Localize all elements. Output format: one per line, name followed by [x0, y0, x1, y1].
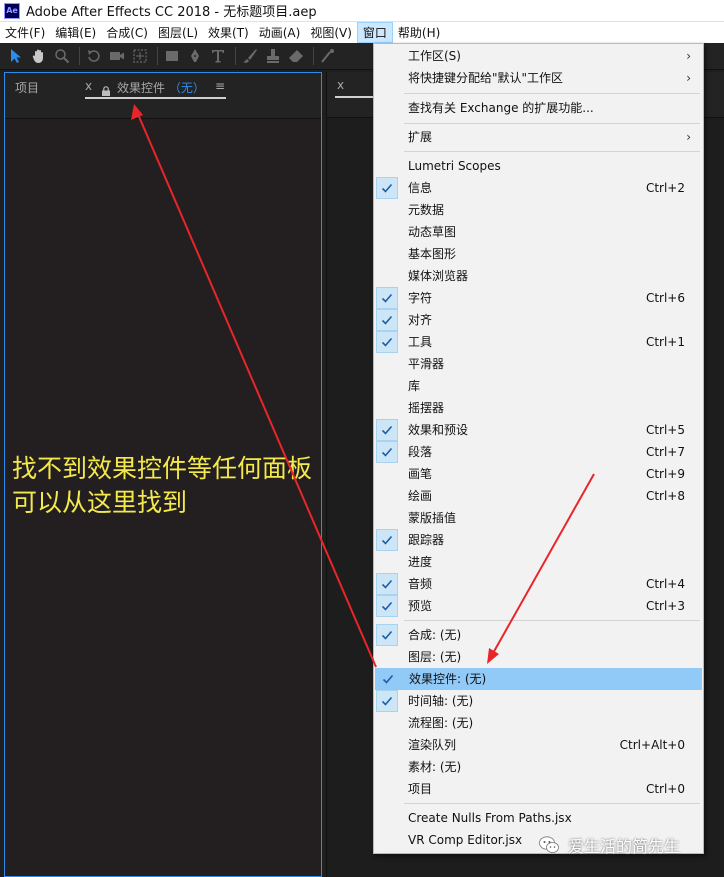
wechat-icon	[539, 836, 559, 853]
arrow-head-icon	[487, 648, 499, 664]
arrow-head-icon	[131, 104, 143, 120]
watermark-text: 爱生活的简先生	[568, 837, 681, 856]
watermark: 爱生活的简先生	[538, 832, 680, 858]
arrow-to-effect-controls-item	[491, 473, 595, 656]
annotation-arrows	[131, 104, 595, 668]
arrow-to-effect-controls-tab	[136, 111, 377, 668]
